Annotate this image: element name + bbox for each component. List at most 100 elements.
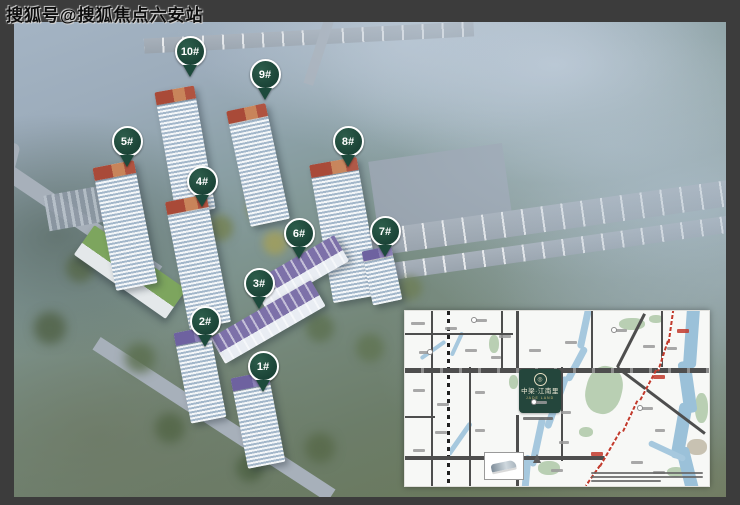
marker-pin-5: 5# bbox=[110, 126, 144, 170]
marker-pin-8-label: 8# bbox=[342, 136, 354, 148]
marker-pin-6-tip bbox=[292, 247, 306, 259]
hsr-label-chip bbox=[591, 452, 603, 456]
poi-dot-icon bbox=[611, 327, 617, 333]
park-patch bbox=[489, 335, 499, 353]
marker-pin-2-label: 2# bbox=[199, 316, 211, 328]
marker-pin-8-head: 8# bbox=[333, 126, 364, 157]
marker-pin-1-label: 1# bbox=[257, 361, 269, 373]
marker-pin-8-tip bbox=[341, 155, 355, 167]
park-patch bbox=[509, 375, 518, 389]
marker-pin-2-head: 2# bbox=[190, 306, 221, 337]
marker-pin-8: 8# bbox=[331, 126, 365, 170]
hsr-line-segment bbox=[599, 431, 621, 467]
marker-pin-7: 7# bbox=[368, 216, 402, 260]
marker-pin-6-label: 6# bbox=[293, 228, 305, 240]
marker-pin-7-tip bbox=[378, 245, 392, 257]
map-road-vertical bbox=[469, 367, 471, 486]
map-road-vertical bbox=[591, 311, 593, 369]
marker-pin-3-tip bbox=[252, 297, 266, 309]
sohu-watermark: 搜狐号@搜狐焦点六安站 bbox=[6, 1, 204, 26]
marker-pin-1-head: 1# bbox=[248, 351, 279, 382]
logo-emblem-icon: ◎ bbox=[534, 373, 547, 386]
marker-pin-6-head: 6# bbox=[284, 218, 315, 249]
poi-label-chip bbox=[475, 429, 485, 432]
river-segment bbox=[577, 310, 593, 349]
poi-label-chip bbox=[445, 327, 457, 330]
poi-label-chip bbox=[643, 345, 655, 348]
poi-label-chip bbox=[437, 403, 449, 406]
marker-pin-5-head: 5# bbox=[112, 126, 143, 157]
disclaimer-line bbox=[591, 480, 661, 482]
marker-pin-4: 4# bbox=[185, 166, 219, 210]
stream-segment bbox=[450, 331, 465, 356]
marker-pin-5-label: 5# bbox=[121, 136, 133, 148]
big-river-segment bbox=[683, 310, 700, 368]
poi-label-chip bbox=[435, 431, 447, 434]
marker-pin-5-tip bbox=[120, 155, 134, 167]
marker-pin-4-head: 4# bbox=[187, 166, 218, 197]
poi-dot-icon bbox=[531, 399, 537, 405]
poi-label-chip bbox=[559, 441, 569, 444]
marker-pin-3-label: 3# bbox=[253, 278, 265, 290]
marker-pin-9-head: 9# bbox=[250, 59, 281, 90]
marker-pin-6: 6# bbox=[282, 218, 316, 262]
marker-pin-10-head: 10# bbox=[175, 36, 206, 67]
map-road-horizontal bbox=[405, 416, 435, 418]
disclaimer-line bbox=[591, 472, 703, 474]
poi-label-chip bbox=[491, 356, 501, 359]
screenshot-canvas: 搜狐号@搜狐焦点六安站 10# 9# 5# 4# 8# 6# bbox=[0, 0, 740, 505]
marker-pin-3: 3# bbox=[242, 268, 276, 312]
marker-pin-7-head: 7# bbox=[370, 216, 401, 247]
poi-label-chip bbox=[465, 349, 477, 352]
marker-pin-4-tip bbox=[195, 195, 209, 207]
poi-label-chip bbox=[413, 389, 425, 392]
hsr-label-chip bbox=[653, 375, 665, 379]
hsr-line-segment bbox=[622, 400, 639, 433]
train-station-box bbox=[484, 452, 524, 480]
poi-label-chip bbox=[499, 335, 511, 338]
marker-pin-9-label: 9# bbox=[259, 69, 271, 81]
marker-pin-2: 2# bbox=[188, 306, 222, 350]
poi-dot-icon bbox=[427, 349, 433, 355]
map-road-horizontal bbox=[405, 333, 513, 335]
poi-dot-icon bbox=[471, 317, 477, 323]
poi-label-chip bbox=[551, 469, 563, 472]
train-icon bbox=[490, 459, 516, 472]
map-road-vertical bbox=[501, 311, 503, 369]
poi-label-chip bbox=[655, 429, 665, 432]
hsr-label-chip bbox=[677, 329, 689, 333]
stream-segment bbox=[420, 340, 447, 360]
pagoda-icon bbox=[533, 454, 541, 463]
disclaimer-line bbox=[591, 476, 703, 478]
poi-label-chip bbox=[413, 449, 425, 452]
poi-label-chip bbox=[667, 347, 677, 350]
location-map-inset: ◎ 中梁·江南里 JADE LAND bbox=[404, 310, 710, 487]
marker-pin-9: 9# bbox=[248, 59, 282, 103]
marker-pin-10: 10# bbox=[173, 36, 207, 80]
map-road-vertical bbox=[516, 311, 519, 369]
marker-pin-3-head: 3# bbox=[244, 268, 275, 299]
river-segment bbox=[564, 346, 588, 383]
poi-label-chip bbox=[561, 411, 571, 414]
marker-pin-4-label: 4# bbox=[196, 176, 208, 188]
poi-label-chip bbox=[631, 461, 643, 464]
logo-caption-chip bbox=[523, 417, 553, 420]
building-10-roof bbox=[154, 85, 196, 105]
park-patch bbox=[538, 461, 560, 475]
marker-pin-1: 1# bbox=[246, 351, 280, 395]
project-logo: ◎ 中梁·江南里 JADE LAND bbox=[519, 369, 561, 413]
map-road-vertical bbox=[561, 367, 563, 461]
hsr-line-segment bbox=[668, 310, 675, 343]
poi-label-chip bbox=[411, 322, 425, 325]
poi-label-chip bbox=[529, 349, 541, 352]
park-patch bbox=[579, 427, 593, 437]
building-9 bbox=[226, 103, 290, 227]
poi-dot-icon bbox=[637, 405, 643, 411]
marker-pin-1-tip bbox=[256, 380, 270, 392]
marker-pin-10-label: 10# bbox=[181, 46, 199, 58]
marker-pin-10-tip bbox=[183, 65, 197, 77]
logo-title: 中梁·江南里 bbox=[519, 388, 561, 396]
hsr-line-segment bbox=[657, 340, 669, 371]
aerial-rendering-photo: 10# 9# 5# 4# 8# 6# 7# 3# 2# 1# bbox=[14, 22, 726, 497]
building-9-roof bbox=[226, 103, 268, 124]
